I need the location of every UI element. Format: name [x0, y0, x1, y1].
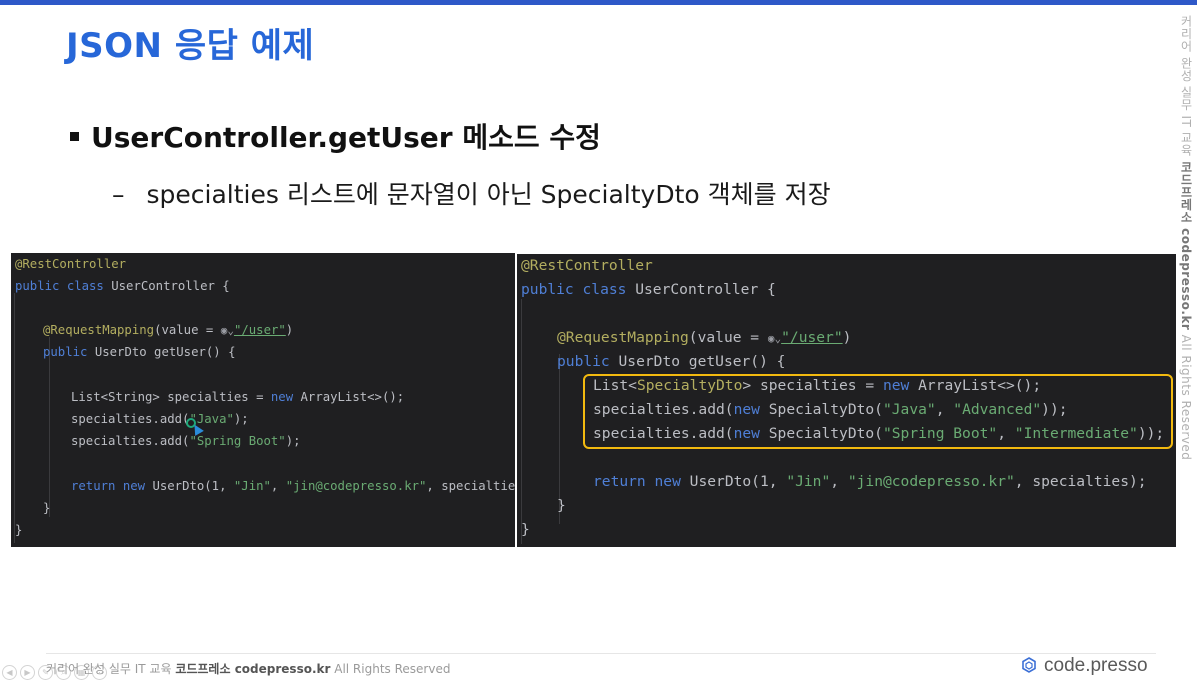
code-token: "jin@codepresso.kr": [285, 479, 427, 493]
top-accent-bar: [0, 0, 1197, 5]
code-line: List<String> specialties = new ArrayList…: [67, 390, 404, 404]
code-line: @RequestMapping(value = ◉⌄"/user"): [553, 329, 851, 346]
bullet-square-icon: [70, 131, 79, 141]
code-token: public class: [15, 279, 112, 293]
indent-guide: [14, 293, 15, 543]
footer-brand: 코드프레소 codepresso.kr: [175, 662, 331, 676]
code-token: (value =: [154, 323, 221, 337]
code-token: List<String> specialties =: [71, 390, 271, 404]
code-token: ,: [270, 479, 286, 493]
sub-bullet: – specialties 리스트에 문자열이 아닌 SpecialtyDto 객…: [112, 175, 831, 211]
globe-icon: ◉⌄: [220, 324, 234, 337]
code-token: return: [71, 479, 123, 493]
footer-divider: [46, 653, 1156, 654]
code-line: specialties.add("Java");: [67, 412, 249, 426]
code-token: public: [43, 345, 95, 359]
code-token: specialties.add(: [71, 412, 190, 426]
code-line: @RequestMapping(value = ◉⌄"/user"): [39, 323, 293, 337]
code-token: @RestController: [521, 257, 653, 274]
side-watermark-suffix: All Rights Reserved: [1179, 330, 1193, 461]
code-token: @RequestMapping: [43, 323, 155, 337]
code-line: public class UserController {: [11, 279, 230, 293]
code-token: UserController {: [635, 281, 776, 298]
code-token: new: [270, 390, 301, 404]
dash-icon: –: [112, 180, 125, 209]
side-watermark-brand: 코드프레소 codepresso.kr: [1179, 160, 1193, 331]
code-token: }: [521, 521, 530, 538]
code-token: UserController {: [111, 279, 230, 293]
code-token: );: [233, 412, 249, 426]
code-panel-before: @RestController public class UserControl…: [11, 253, 515, 547]
prev-icon[interactable]: ◀: [2, 665, 17, 680]
code-token: UserDto(1,: [689, 473, 787, 490]
footer-suffix: All Rights Reserved: [330, 662, 451, 676]
code-token: , specialties);: [426, 479, 515, 493]
code-line: }: [11, 523, 22, 537]
next-icon[interactable]: ▶: [20, 665, 35, 680]
indent-guide: [49, 337, 50, 517]
sub-bullet-text: specialties 리스트에 문자열이 아닌 SpecialtyDto 객체…: [146, 180, 831, 209]
code-token: public: [557, 353, 619, 370]
brand-logo-text: code.presso: [1044, 655, 1148, 676]
slide-title: JSON 응답 예제: [66, 26, 315, 66]
code-token: return: [593, 473, 655, 490]
code-line: @RestController: [11, 257, 126, 271]
code-line: @RestController: [517, 257, 653, 274]
code-token: , specialties);: [1014, 473, 1147, 490]
code-token: UserDto(1,: [152, 479, 234, 493]
code-token: UserDto getUser() {: [94, 345, 236, 359]
brand-logo: code.presso: [1022, 655, 1148, 677]
code-line: public UserDto getUser() {: [553, 353, 785, 370]
code-line: return new UserDto(1, "Jin", "jin@codepr…: [589, 473, 1147, 490]
code-token: new: [122, 479, 153, 493]
main-bullet-text: UserController.getUser 메소드 수정: [91, 121, 601, 154]
code-line: public UserDto getUser() {: [39, 345, 236, 359]
side-watermark: 커리어 완성 실무 IT 교육 코드프레소 codepresso.kr All …: [1178, 15, 1195, 460]
code-token: public class: [521, 281, 636, 298]
hexagon-logo-icon: [1022, 657, 1036, 673]
highlight-box: [583, 374, 1173, 449]
code-token: UserDto getUser() {: [618, 353, 786, 370]
globe-icon: ◉⌄: [767, 332, 782, 345]
main-bullet: UserController.getUser 메소드 수정: [70, 116, 601, 156]
code-token: (value =: [688, 329, 768, 346]
side-watermark-prefix: 커리어 완성 실무 IT 교육: [1179, 15, 1193, 161]
footer-text: 커리어 완성 실무 IT 교육 코드프레소 codepresso.kr All …: [46, 660, 450, 677]
code-token: "Jin": [233, 479, 271, 493]
code-token: "Spring Boot": [189, 434, 286, 448]
code-line: }: [517, 521, 530, 538]
code-token: ArrayList<>();: [300, 390, 405, 404]
footer-prefix: 커리어 완성 실무 IT 교육: [46, 662, 176, 676]
code-token: }: [15, 523, 23, 537]
code-token: @RequestMapping: [557, 329, 689, 346]
code-token: ,: [830, 473, 848, 490]
code-line: public class UserController {: [517, 281, 776, 298]
code-token: ): [285, 323, 294, 337]
code-token: "Jin": [786, 473, 831, 490]
code-token: "jin@codepresso.kr": [847, 473, 1015, 490]
code-line: specialties.add("Spring Boot");: [67, 434, 301, 448]
code-line: return new UserDto(1, "Jin", "jin@codepr…: [67, 479, 515, 493]
code-line: }: [553, 497, 566, 514]
code-token: ): [842, 329, 852, 346]
indent-guide: [521, 299, 522, 544]
code-token: "/user": [781, 329, 843, 346]
code-token: new: [654, 473, 690, 490]
code-token: }: [557, 497, 566, 514]
code-token: "/user": [233, 323, 286, 337]
code-token: );: [285, 434, 301, 448]
code-token: @RestController: [15, 257, 127, 271]
code-token: }: [43, 501, 51, 515]
code-token: specialties.add(: [71, 434, 190, 448]
code-line: }: [39, 501, 50, 515]
